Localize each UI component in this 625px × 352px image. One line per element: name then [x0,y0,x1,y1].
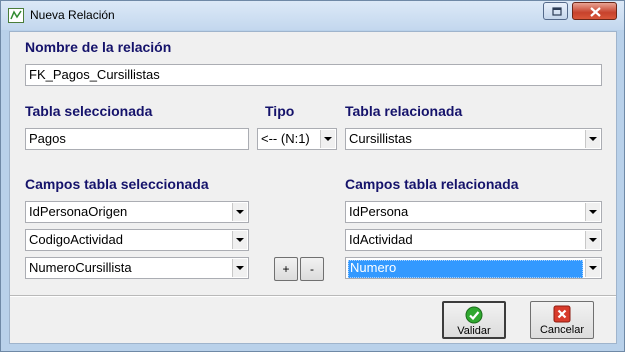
close-button[interactable] [572,2,617,20]
chevron-down-icon[interactable] [320,130,335,148]
title-bar[interactable]: Nueva Relación [1,1,624,30]
selected-table-input[interactable]: Pagos [25,128,249,150]
dialog-content: Nombre de la relación FK_Pagos_Cursillis… [9,31,617,344]
cancel-label: Cancelar [539,324,585,336]
chevron-down-icon[interactable] [232,231,247,249]
red-x-icon [553,305,571,323]
related-field-select-2[interactable]: IdActividad [345,229,602,251]
selected-field-value: NumeroCursillista [29,260,132,275]
related-field-value: IdActividad [349,232,413,247]
related-table-label: Tabla relacionada [345,103,463,119]
related-fields-label: Campos tabla relacionada [345,176,519,192]
related-field-value: IdPersona [349,204,409,219]
chevron-down-icon[interactable] [232,259,247,277]
green-check-icon [465,306,483,324]
selected-field-select-2[interactable]: CodigoActividad [25,229,249,251]
chevron-down-icon[interactable] [585,259,600,277]
remove-field-button[interactable]: - [300,257,324,281]
selected-fields-label: Campos tabla seleccionada [25,176,209,192]
dialog-window: Nueva Relación Nombre de la relación FK_… [0,0,625,352]
chevron-down-icon[interactable] [585,130,600,148]
validate-button[interactable]: Validar [442,301,506,339]
type-label: Tipo [265,103,295,119]
restore-button[interactable] [543,2,568,20]
selected-table-label: Tabla seleccionada [25,103,153,119]
selected-field-select-3[interactable]: NumeroCursillista [25,257,249,279]
type-select[interactable]: <-- (N:1) [257,128,337,150]
selected-field-select-1[interactable]: IdPersonaOrigen [25,201,249,223]
validate-label: Validar [457,325,491,337]
chevron-down-icon[interactable] [585,203,600,221]
relation-name-input[interactable]: FK_Pagos_Cursillistas [25,64,602,86]
related-table-value: Cursillistas [349,131,412,146]
close-icon [590,7,601,17]
chevron-down-icon[interactable] [232,203,247,221]
separator-highlight [10,296,616,297]
type-select-value: <-- (N:1) [261,131,310,146]
relation-icon [8,8,24,23]
selected-field-value: CodigoActividad [29,232,123,247]
related-field-select-1[interactable]: IdPersona [345,201,602,223]
add-field-button[interactable]: + [274,257,298,281]
selected-field-value: IdPersonaOrigen [29,204,128,219]
related-table-select[interactable]: Cursillistas [345,128,602,150]
window-title: Nueva Relación [30,8,115,22]
chevron-down-icon[interactable] [585,231,600,249]
related-field-select-3[interactable]: Numero [345,257,602,279]
related-field-value: Numero [348,260,583,278]
relation-name-label: Nombre de la relación [25,39,172,55]
restore-icon [552,7,562,16]
cancel-button[interactable]: Cancelar [530,301,594,339]
